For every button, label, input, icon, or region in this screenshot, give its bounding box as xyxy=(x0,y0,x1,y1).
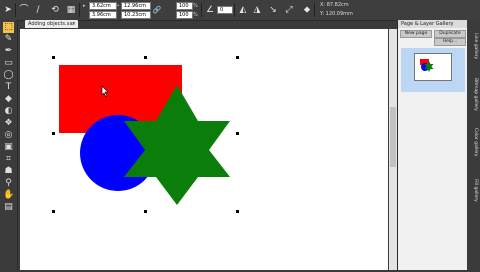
x-position-field[interactable]: 3.62cm xyxy=(89,2,117,10)
drawing-canvas[interactable] xyxy=(20,29,388,270)
help-button[interactable]: Help... xyxy=(434,38,466,46)
lock-aspect-icon[interactable]: 🔗 xyxy=(152,5,162,15)
tool-palette: ⬚ ✎ ✒ ▭ ◯ T ◆ ◐ ❖ ◎ ▣ ⌗ ☗ ⚲ ✋ ▤ xyxy=(0,20,18,270)
gallery-title: Page & Layer Gallery xyxy=(398,20,468,28)
scale-width-field[interactable]: 100 xyxy=(176,2,193,10)
y-position-field[interactable]: 3.96cm xyxy=(89,11,117,19)
percent-label-2: % xyxy=(193,12,198,18)
close-icon[interactable]: × xyxy=(72,20,76,28)
page-list-item[interactable] xyxy=(401,48,465,92)
flip-horizontal-icon[interactable]: ◭ xyxy=(238,5,248,15)
selector-arrow-icon[interactable]: ➤ xyxy=(3,5,13,15)
height-field[interactable]: 10.23cm xyxy=(121,11,151,19)
page-layer-gallery: Page & Layer Gallery New page Duplicate … xyxy=(397,20,468,270)
vertical-scrollbar[interactable] xyxy=(389,29,397,270)
angle-icon: ∠ xyxy=(205,5,215,15)
transform-icon[interactable]: ⤢ xyxy=(284,5,294,15)
fill-tool-icon[interactable]: ◆ xyxy=(3,94,14,105)
coordinate-x: X: 87.82cm xyxy=(320,2,349,8)
text-tool-icon[interactable]: T xyxy=(3,82,14,93)
contour-tool-icon[interactable]: ◎ xyxy=(3,130,14,141)
side-tab-color-gallery[interactable]: Color gallery xyxy=(469,120,478,164)
color-tool-icon[interactable]: ▤ xyxy=(3,202,14,213)
scale-height-field[interactable]: 100 xyxy=(176,11,193,19)
new-page-button[interactable]: New page xyxy=(400,30,432,38)
side-tab-fill-gallery[interactable]: Fill gallery xyxy=(469,168,478,212)
coordinate-y: Y: 120.09mm xyxy=(320,11,353,17)
push-tool-icon[interactable]: ✋ xyxy=(3,190,14,201)
curve-icon[interactable]: ⌒ xyxy=(19,5,29,15)
drawing-svg xyxy=(52,56,239,213)
rectangle-tool-icon[interactable]: ▭ xyxy=(3,58,14,69)
thumbnail-svg xyxy=(420,59,434,72)
flip-vertical-icon[interactable]: ◮ xyxy=(252,5,262,15)
transparency-tool-icon[interactable]: ◐ xyxy=(3,106,14,117)
blend-tool-icon[interactable]: ❖ xyxy=(3,118,14,129)
side-gallery-tabs: Line gallery Bitmap gallery Color galler… xyxy=(467,20,480,270)
line-icon[interactable]: / xyxy=(33,5,43,15)
shape-editor-tool-icon[interactable]: ✎ xyxy=(3,34,14,45)
duplicate-button[interactable]: Duplicate xyxy=(434,30,466,38)
rotate-icon[interactable]: ⟲ xyxy=(50,5,60,15)
ellipse-tool-icon[interactable]: ◯ xyxy=(3,70,14,81)
bevel-tool-icon[interactable]: ▣ xyxy=(3,142,14,153)
shadow-tool-icon[interactable]: ☗ xyxy=(3,166,14,177)
side-tab-bitmap-gallery[interactable]: Bitmap gallery xyxy=(469,72,478,116)
zoom-tool-icon[interactable]: ⚲ xyxy=(3,178,14,189)
grid-icon[interactable]: ▦ xyxy=(66,5,76,15)
pen-tool-icon[interactable]: ✒ xyxy=(3,46,14,57)
scrollbar-thumb[interactable] xyxy=(390,107,396,167)
selector-tool-icon[interactable]: ⬚ xyxy=(3,22,14,33)
arrow-icon[interactable]: ↘ xyxy=(268,5,278,15)
top-toolbar: ➤ ⌒ / ⟲ ▦ ▸ 3.62cm 3.96cm ↔ 12.96cm 10.2… xyxy=(0,0,480,21)
page-thumbnail[interactable] xyxy=(414,53,452,81)
percent-label: % xyxy=(193,3,198,9)
tag-icon[interactable]: ⬥ xyxy=(302,5,312,15)
width-field[interactable]: 12.96cm xyxy=(121,2,151,10)
mould-tool-icon[interactable]: ⌗ xyxy=(3,154,14,165)
document-tab[interactable]: Adding objects.xar × xyxy=(25,20,78,28)
side-tab-line-gallery[interactable]: Line gallery xyxy=(469,24,478,68)
rotation-angle-field[interactable]: 0 xyxy=(217,6,233,14)
document-tab-title: Adding objects.xar xyxy=(28,21,75,27)
